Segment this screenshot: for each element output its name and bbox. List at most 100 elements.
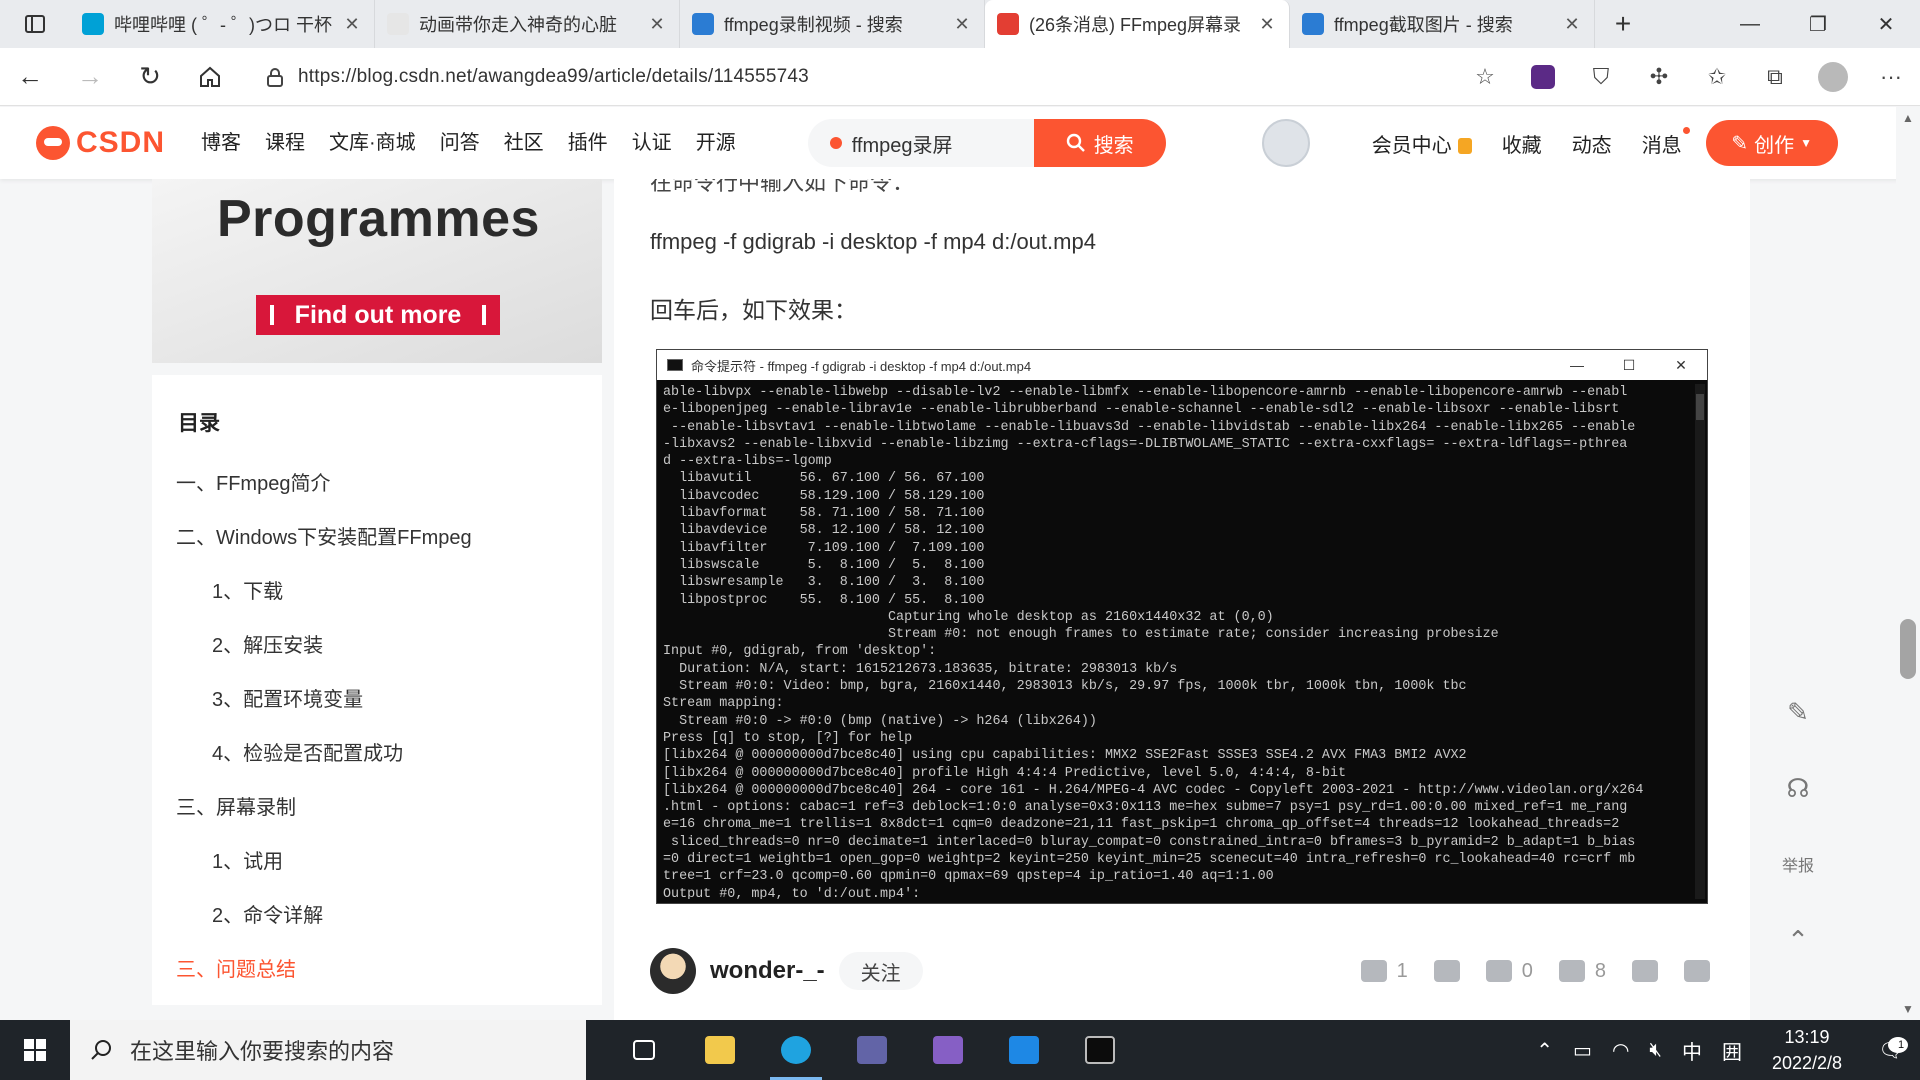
forward-button[interactable]: → [60,48,120,106]
sidebar-ad[interactable]: Programmes Find out more [152,179,602,363]
dynamic-link[interactable]: 动态 [1572,129,1612,158]
taskbar-app-file-explorer[interactable] [682,1020,758,1080]
tab-close-icon[interactable]: ✕ [952,14,972,35]
more-menu-button[interactable]: ··· [1862,64,1920,90]
dislike-button[interactable] [1433,960,1460,982]
toc-item[interactable]: 一、FFmpeg简介 [176,467,330,496]
taskbar-app-edge[interactable] [758,1020,834,1080]
follow-button[interactable]: 关注 [838,952,923,990]
console-close-icon: ✕ [1675,356,1687,373]
browser-tab[interactable]: (26条消息) FFmpeg屏幕录 ✕ [985,0,1290,48]
taskbar-app-vscode[interactable] [986,1020,1062,1080]
tab-actions-button[interactable] [0,0,70,48]
page-scrollbar[interactable]: ▲ ▼ [1896,107,1920,1020]
tab-close-icon[interactable]: ✕ [647,14,667,35]
csdn-nav-item[interactable]: 文库·商城 [317,107,428,179]
reward-button[interactable] [1632,960,1658,982]
notification-center-button[interactable]: 🗨︎ 1 [1862,1036,1920,1063]
csdn-nav-item[interactable]: 博客 [189,107,253,179]
profile-button[interactable] [1804,61,1862,92]
scroll-up-arrow-icon[interactable]: ▲ [1896,111,1920,125]
tab-close-icon[interactable]: ✕ [1562,14,1582,35]
toc-item[interactable]: 1、下载 [212,575,283,604]
csdn-search-button[interactable]: 搜索 [1033,119,1166,167]
report-button[interactable]: 举报 [1770,832,1826,896]
url-field[interactable]: https://blog.csdn.net/awangdea99/article… [250,57,1340,97]
clock[interactable]: 13:19 2022/2/8 [1752,1024,1862,1076]
comment-button[interactable]: 0 [1485,960,1533,983]
browser-toolbar-icons: ☆ ⛉ ✣ ✩ ⧉ ··· [1456,61,1920,92]
taskbar-app-visual-studio[interactable] [910,1020,986,1080]
battery-icon[interactable]: ▭ [1563,1038,1602,1063]
toc-item[interactable]: 二、Windows下安装配置FFmpeg [176,521,472,550]
volume-icon[interactable]: 🔇︎ [1639,1039,1672,1062]
maximize-button[interactable]: ❐ [1784,0,1852,48]
toc-item[interactable]: 2、解压安装 [212,629,323,658]
share-button[interactable] [1684,960,1710,982]
toc-item[interactable]: 三、问题总结 [176,953,296,982]
csdn-nav-item[interactable]: 问答 [428,107,492,179]
csdn-logo[interactable]: CSDN [36,126,165,160]
browser-tab-title: ffmpeg录制视频 - 搜索 [724,15,903,35]
toc-item[interactable]: 3、配置环境变量 [212,683,363,712]
csdn-nav-item[interactable]: 社区 [492,107,556,179]
refresh-button[interactable]: ↻ [120,48,180,106]
taskbar-app-task-view[interactable] [606,1020,682,1080]
edit-feedback-button[interactable]: ✎ [1770,680,1826,744]
messages-link[interactable]: 消息 [1642,126,1690,158]
start-button[interactable] [0,1020,70,1080]
shield-extension-button[interactable]: ⛉ [1572,64,1630,90]
taskbar-app-terminal[interactable] [1062,1020,1138,1080]
extension-purple-button[interactable] [1514,64,1572,89]
author-avatar[interactable] [650,948,696,994]
taskbar-search[interactable]: 在这里输入你要搜索的内容 [70,1020,586,1080]
console-line: [libx264 @ 000000000d7bce8c40] using cpu… [663,748,1467,764]
minimize-button[interactable]: — [1716,0,1784,48]
tab-close-icon[interactable]: ✕ [1257,14,1277,35]
extension-icon [1531,64,1555,89]
favorites-link[interactable]: 收藏 [1502,129,1542,158]
toc-item[interactable]: 2、命令详解 [212,899,323,928]
user-avatar[interactable] [1261,119,1310,167]
vip-center-link[interactable]: 会员中心 [1372,129,1472,158]
browser-tab[interactable]: 哔哩哔哩 ( ゜- ゜)つロ 干杯 ✕ [70,0,375,48]
console-line: =0 direct=1 weightb=1 open_gop=0 weightp… [663,852,1636,868]
extensions-button[interactable]: ✣ [1630,64,1688,90]
home-button[interactable] [180,48,240,106]
back-button[interactable]: ← [0,48,60,106]
taskbar-app-teams[interactable] [834,1020,910,1080]
csdn-nav-item[interactable]: 课程 [253,107,317,179]
browser-tab[interactable]: 动画带你走入神奇的心脏 ✕ [375,0,680,48]
tab-close-icon[interactable]: ✕ [342,14,362,35]
csdn-nav-item[interactable]: 开源 [684,107,748,179]
ime-indicator[interactable]: 中 [1672,1036,1712,1065]
wifi-icon[interactable]: ◠ [1602,1038,1639,1063]
like-button[interactable]: 1 [1360,960,1408,983]
new-tab-button[interactable]: + [1595,0,1651,48]
favorites-button[interactable]: ✩ [1688,64,1746,90]
create-button[interactable]: ✎ 创作 ▼ [1705,120,1838,166]
csdn-nav-item[interactable]: 认证 [620,107,684,179]
customer-service-button[interactable]: ☊ [1770,756,1826,820]
shield-icon: ⛉ [1592,63,1610,89]
star-button[interactable]: 8 [1558,960,1606,983]
windows-taskbar: 在这里输入你要搜索的内容 ⌃ ▭ ◠ 🔇︎ 中 囲 13:19 2022/2/8… [0,1020,1920,1080]
toc-item[interactable]: 1、试用 [212,845,283,874]
ad-find-out-more-button[interactable]: Find out more [256,295,500,335]
author-name[interactable]: wonder-_- [710,957,825,985]
browser-tab[interactable]: ffmpeg截取图片 - 搜索 ✕ [1290,0,1595,48]
browser-tab[interactable]: ffmpeg录制视频 - 搜索 ✕ [680,0,985,48]
add-favorite-button[interactable]: ☆ [1456,64,1514,90]
ime-mode-icon[interactable]: 囲 [1712,1036,1752,1065]
collections-button[interactable]: ⧉ [1746,64,1804,90]
page-scroll-thumb[interactable] [1900,619,1916,679]
toc-item[interactable]: 三、屏幕录制 [176,791,296,820]
back-to-top-button[interactable]: ⌃ [1770,908,1826,972]
toc-item[interactable]: 4、检验是否配置成功 [212,737,403,766]
browser-tab-strip: 哔哩哔哩 ( ゜- ゜)つロ 干杯 ✕ 动画带你走入神奇的心脏 ✕ ffmpeg录制视频… [0,0,1920,48]
scroll-down-arrow-icon[interactable]: ▼ [1896,1002,1920,1016]
csdn-search-input[interactable]: ffmpeg录屏 [807,119,1034,167]
close-window-button[interactable]: ✕ [1852,0,1920,48]
tray-overflow-icon[interactable]: ⌃ [1526,1038,1563,1063]
csdn-nav-item[interactable]: 插件 [556,107,620,179]
